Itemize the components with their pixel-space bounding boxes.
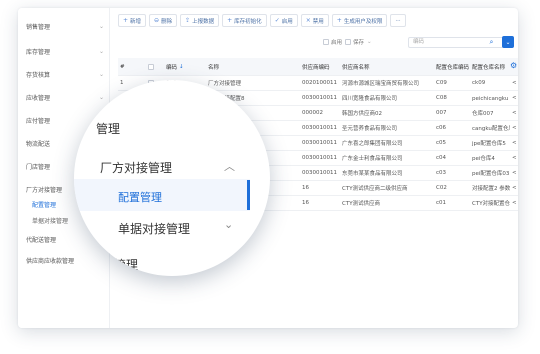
table-cell: c03 <box>436 170 447 176</box>
table-cell: 0030010011 <box>302 125 337 131</box>
filter-enabled[interactable]: 启用 <box>323 38 342 46</box>
checkbox[interactable] <box>345 39 352 45</box>
table-cell: < <box>512 80 517 86</box>
table-cell: 河源市源城区瑞宝商贸有限公司 <box>342 81 420 87</box>
mag-item-doc[interactable]: 单据对接管理 <box>118 220 190 237</box>
enable-button[interactable]: ✓ 启用 <box>269 14 298 27</box>
table-cell: CTY测试供应商二级供应商 <box>342 186 408 192</box>
filter-saved[interactable]: 保存 <box>345 38 364 46</box>
table-cell: CTY测试供应商 <box>342 201 381 207</box>
more-button[interactable]: ··· <box>390 14 406 27</box>
plus-icon: + <box>123 17 129 24</box>
app-window: 销售管理⌄ 库存管理⌄ 存货核算⌄ 应收管理⌄ 应付管理⌄ 物流配送 门店管理 … <box>18 8 518 328</box>
select-all-checkbox[interactable] <box>148 63 154 70</box>
table-cell: c06 <box>436 125 447 131</box>
table-cell: < <box>512 140 517 146</box>
table-cell: jpe配置仓库5 <box>472 141 506 147</box>
table-cell: c05 <box>436 140 447 146</box>
status-filter: 启用 保存 ⌄ <box>323 38 372 46</box>
magnifier-callout: 管理 厂方对接管理 ︿ 配置管理 单据对接管理 ⌄ 管理 <box>74 80 270 276</box>
more-icon: ··· <box>395 17 401 24</box>
search-icon[interactable]: ⌕ <box>486 37 497 48</box>
table-cell: pei仓库4 <box>472 156 495 162</box>
chevron-down-icon: ⌄ <box>224 218 234 231</box>
checkbox[interactable] <box>323 39 329 45</box>
chevron-down-icon[interactable]: ⌄ <box>502 36 514 48</box>
table-cell: 16 <box>302 200 309 206</box>
minus-icon: ⊖ <box>154 17 160 24</box>
mag-item-partial2: 管理 <box>114 258 139 272</box>
table-cell: c01 <box>436 200 447 206</box>
table-cell: 0030010011 <box>302 170 337 176</box>
active-row-highlight <box>74 179 250 211</box>
dropdown-icon[interactable]: ⌄ <box>367 39 372 45</box>
upload-icon: ⇪ <box>185 17 191 24</box>
table-cell: 0020100011 <box>302 80 337 86</box>
table-cell: ck09 <box>472 80 486 86</box>
table-cell: 广东金士利食品有限公司 <box>342 156 403 162</box>
table-header: # 编码 ↓ 名称 供应商编码 供应商名称 配置仓库编码 配置仓库名称 ⚙ <box>118 58 518 76</box>
table-cell: 对接配置2 参数 <box>472 186 510 192</box>
chevron-down-icon: ⌄ <box>98 93 104 101</box>
sidebar-sub-doc[interactable]: 单据对接管理 <box>32 216 68 225</box>
mag-item-config[interactable]: 配置管理 <box>118 189 162 205</box>
sort-icon[interactable]: ↓ <box>179 64 184 70</box>
table-cell: < <box>512 185 517 191</box>
upload-data-button[interactable]: ⇪ 上报数据 <box>180 14 220 27</box>
table-cell: 0030010011 <box>302 140 337 146</box>
table-cell: C09 <box>436 80 447 86</box>
add-button[interactable]: + 新增 <box>118 14 147 27</box>
sidebar-item-inventory[interactable]: 库存管理 ⌄ <box>26 45 104 57</box>
table-cell: < <box>512 110 517 116</box>
column-code[interactable]: 编码 ↓ <box>164 58 206 75</box>
sidebar-item-sales[interactable]: 销售管理 ⌄ <box>26 20 104 32</box>
table-cell: peichicangku 仓库08 <box>472 96 510 102</box>
chevron-down-icon: ⌄ <box>98 70 104 78</box>
init-inventory-button[interactable]: + 库存初始化 <box>222 14 267 27</box>
plus-icon: + <box>227 17 233 24</box>
sidebar-sub-config[interactable]: 配置管理 <box>32 200 56 209</box>
table-cell: < <box>512 125 517 131</box>
sidebar-item-supplier-ar[interactable]: 供应商应收款管理 <box>26 254 104 266</box>
sidebar-item-costing[interactable]: 存货核算 ⌄ <box>26 68 104 80</box>
close-icon: × <box>305 17 311 24</box>
table-cell: 圣元营养食品有限公司 <box>342 126 398 132</box>
chevron-up-icon: ︿ <box>224 160 235 173</box>
disable-button[interactable]: × 禁用 <box>300 14 329 27</box>
table-cell: < <box>512 155 517 161</box>
table-cell: < <box>512 95 517 101</box>
delete-button[interactable]: ⊖ 删除 <box>149 14 178 27</box>
gear-icon[interactable]: ⚙ <box>510 61 517 70</box>
table-cell: 韩国方供应商02 <box>342 111 382 117</box>
table-cell: 16 <box>302 185 309 191</box>
table-cell: 007 <box>436 110 447 116</box>
table-cell: 四川宽隆食品有限公司 <box>342 96 398 102</box>
mag-item-partial: 管理 <box>96 122 121 136</box>
toolbar: + 新增 ⊖ 删除 ⇪ 上报数据 + 库存初始化 ✓ 启用 × 禁用 + 生成用户及权限 ··… <box>118 14 406 28</box>
chevron-down-icon: ⌄ <box>98 22 104 30</box>
sidebar-item-receivable[interactable]: 应收管理 ⌄ <box>26 91 104 103</box>
table-cell: CTY对接配置仓库1 <box>472 201 510 207</box>
mag-item-factory[interactable]: 厂方对接管理 <box>100 159 172 176</box>
generate-users-button[interactable]: + 生成用户及权限 <box>331 14 388 27</box>
check-icon: ✓ <box>274 17 280 24</box>
table-cell: C02 <box>436 185 447 191</box>
table-cell: 000002 <box>302 110 323 116</box>
table-cell: 厂方对接管理 <box>208 81 242 87</box>
table-cell: C08 <box>436 95 447 101</box>
table-cell: 广东喜之郎集团有限公司 <box>342 141 403 147</box>
table-cell: 东莞市某某食品有限公司 <box>342 171 403 177</box>
table-cell: 仓库007 <box>472 111 494 117</box>
table-cell: < <box>512 170 517 176</box>
table-cell: pei配置仓库03 <box>472 171 510 177</box>
chevron-down-icon: ⌄ <box>98 47 104 55</box>
table-cell: cangku配置仓库06 <box>472 126 510 132</box>
table-cell: c04 <box>436 155 447 161</box>
table-cell: 0030010011 <box>302 95 337 101</box>
plus-icon: + <box>336 17 342 24</box>
active-indicator <box>247 180 250 210</box>
table-cell: < <box>512 200 517 206</box>
table-cell: 0030010011 <box>302 155 337 161</box>
